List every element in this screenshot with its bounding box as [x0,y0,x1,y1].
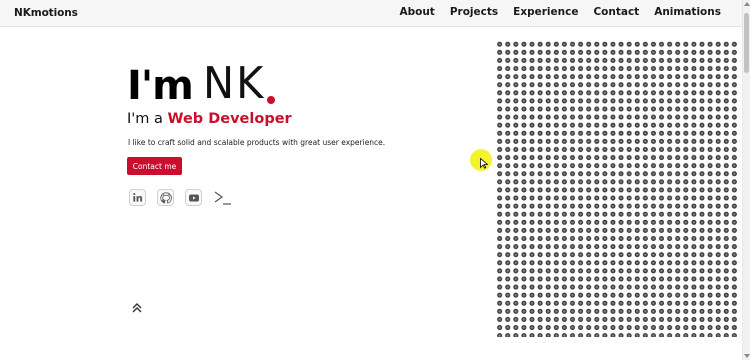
top-navbar: NKmotions About Projects Experience Cont… [0,0,742,27]
hero-prefix: I'm [127,63,194,109]
dot-grid-animation [496,41,740,337]
nav-link-projects[interactable]: Projects [450,6,498,18]
github-icon[interactable] [157,189,174,206]
nav-link-animations[interactable]: Animations [654,6,721,18]
subtitle-prefix: I'm a [127,111,168,127]
linkedin-icon[interactable] [129,189,146,206]
terminal-icon[interactable] [213,189,233,206]
nav-links: About Projects Experience Contact Animat… [399,6,721,18]
hero-tagline: I like to craft solid and scalable produ… [128,138,386,147]
scrollbar-down-arrow-icon[interactable] [744,354,750,358]
scrollbar-thumb[interactable] [744,13,749,73]
hero-heading: I'm NK [127,56,276,109]
accent-dot [267,96,276,104]
nav-link-experience[interactable]: Experience [513,6,578,18]
brand-logo[interactable]: NKmotions [14,7,78,19]
scroll-to-top-icon[interactable] [131,299,143,313]
nav-link-contact[interactable]: Contact [593,6,639,18]
nav-link-about[interactable]: About [399,6,434,18]
mouse-pointer-icon [480,158,488,169]
scrollbar-up-arrow-icon[interactable] [744,2,750,6]
subtitle-role: Web Developer [167,111,292,127]
contact-me-button[interactable]: Contact me [127,157,182,175]
page-scrollbar[interactable] [742,0,750,360]
youtube-icon[interactable] [185,189,202,206]
social-links [129,189,233,206]
hero-initials: NK [202,58,266,109]
hero-subtitle: I'm a Web Developer [127,111,292,127]
